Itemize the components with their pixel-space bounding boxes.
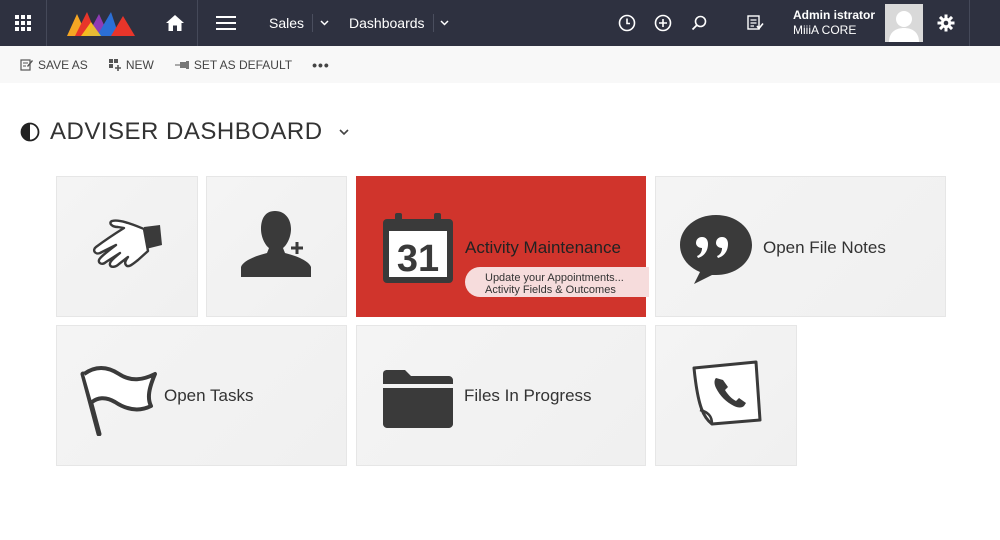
home-button[interactable] — [153, 0, 197, 46]
topbar-right-group: Admin istrator MiiiA CORE — [609, 0, 1000, 46]
divider — [46, 0, 47, 46]
nav-dashboards-dropdown[interactable] — [432, 14, 456, 32]
chevron-down-icon — [320, 20, 329, 26]
tile-label: Open Tasks — [164, 386, 254, 405]
home-icon — [166, 15, 184, 31]
save-as-button[interactable]: SAVE AS — [20, 58, 88, 72]
avatar[interactable] — [885, 4, 923, 42]
phone-note-icon — [692, 360, 762, 426]
tile-label: Files In Progress — [464, 386, 592, 405]
tile-add-contact[interactable] — [206, 176, 347, 317]
tile-handshake[interactable] — [56, 176, 198, 317]
tile-phone-note[interactable] — [655, 325, 797, 466]
handshake-icon — [92, 219, 162, 268]
pin-icon — [174, 60, 189, 69]
calendar-day: 31 — [397, 238, 439, 280]
tile-open-file-notes[interactable]: Open File Notes — [655, 176, 946, 317]
half-circle-icon — [20, 122, 40, 142]
user-name: Admin istrator — [792, 8, 875, 22]
hamburger-icon — [216, 16, 236, 30]
tile-subtitle: Update your Appointments... Activity Fie… — [465, 267, 649, 297]
calendar-icon: 31 — [383, 213, 453, 283]
chevron-down-icon — [338, 129, 349, 136]
search-button[interactable] — [681, 0, 717, 46]
settings-button[interactable] — [923, 0, 970, 46]
divider — [197, 0, 198, 46]
flag-icon — [80, 366, 157, 436]
nav-dashboards-link[interactable]: Dashboards — [349, 15, 425, 31]
new-button[interactable]: NEW — [108, 58, 154, 72]
user-avatar-icon — [889, 11, 919, 42]
command-bar: SAVE AS NEW SET AS DEFAULT ••• — [0, 46, 1000, 83]
tile-subtitle-line-2: Activity Fields & Outcomes — [485, 284, 616, 296]
task-list-icon — [747, 15, 764, 30]
logo-icon — [67, 12, 135, 36]
save-as-icon — [20, 59, 33, 71]
brand-logo[interactable] — [67, 0, 147, 46]
add-contact-icon — [241, 211, 311, 277]
tile-files-in-progress[interactable]: Files In Progress — [356, 325, 646, 466]
tile-activity-maintenance[interactable]: 31 Activity Maintenance Update your Appo… — [356, 176, 649, 317]
tile-label: Activity Maintenance — [465, 238, 621, 257]
chevron-down-icon — [440, 20, 449, 26]
user-info[interactable]: Admin istrator MiiiA CORE — [793, 8, 875, 38]
set-as-default-button[interactable]: SET AS DEFAULT — [174, 58, 292, 72]
speech-bubble-quote-icon — [680, 215, 752, 284]
tile-label: Open File Notes — [763, 238, 886, 257]
recent-button[interactable] — [609, 0, 645, 46]
clock-icon — [618, 14, 636, 32]
page-title: ADVISER DASHBOARD — [50, 118, 323, 145]
new-dashboard-icon — [108, 59, 121, 71]
nav-sales-dropdown[interactable] — [312, 14, 335, 32]
dashboard-header: ADVISER DASHBOARD — [20, 118, 349, 146]
waffle-icon — [15, 15, 31, 31]
nav-sales-link[interactable]: Sales — [269, 15, 304, 31]
quick-create-button[interactable] — [645, 0, 681, 46]
more-commands-button[interactable]: ••• — [312, 57, 330, 73]
user-organization: MiiiA CORE — [792, 23, 857, 37]
set-as-default-label: SET AS DEFAULT — [193, 57, 293, 72]
gear-icon — [937, 14, 955, 32]
new-label: NEW — [125, 57, 154, 72]
dashboard-selector-dropdown[interactable] — [338, 123, 349, 141]
top-navigation-bar: Sales Dashboards Admin istrator MiiiA CO… — [0, 0, 1000, 46]
search-icon — [691, 15, 707, 31]
save-as-label: SAVE AS — [38, 57, 88, 72]
folder-icon — [383, 370, 453, 428]
tile-open-tasks[interactable]: Open Tasks — [56, 325, 347, 466]
plus-circle-icon — [654, 14, 672, 32]
tasks-button[interactable] — [737, 0, 773, 46]
menu-button[interactable] — [200, 0, 252, 46]
app-launcher-button[interactable] — [0, 0, 46, 46]
tile-subtitle-line-1: Update your Appointments... — [485, 272, 624, 284]
